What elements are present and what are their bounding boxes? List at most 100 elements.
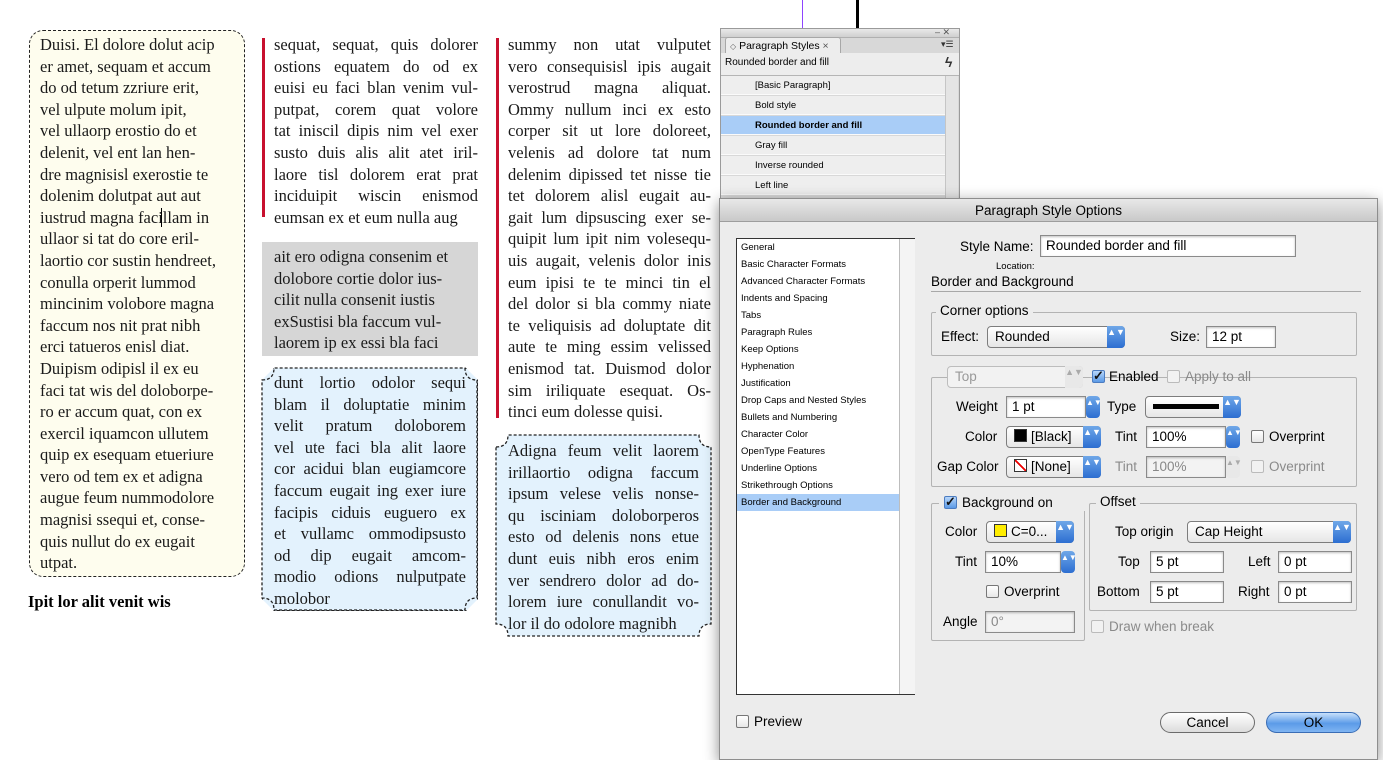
preview-checkbox[interactable] [736,715,749,728]
border-side-popup[interactable]: Top ▲▼ [947,366,1083,388]
tab-close-icon[interactable]: × [823,40,829,52]
bg-color-label: Color [945,524,978,539]
col1-line: Duipism odipisl il ex eu [40,358,199,378]
col2-line: cor acidui blan eugiamcore [274,459,466,479]
category-item[interactable]: Border and Background [737,494,899,511]
lightning-icon[interactable]: ϟ [945,54,952,70]
angle-input[interactable]: 0° [985,611,1075,633]
category-item[interactable]: Character Color [737,426,899,443]
effect-popup[interactable]: Rounded ▲▼ [987,326,1125,348]
col3-line: sim iriliquate esequat. Os- [508,380,711,400]
col2-line: laorem ip ex essi bla faci [274,333,439,353]
category-scrollbar[interactable] [899,239,915,694]
category-item[interactable]: Hyphenation [737,358,899,375]
bg-tint-stepper[interactable]: ▲▼ [1061,551,1077,573]
col3-line: uis augait, velenis dolor inis [508,250,711,270]
col1-line: er amet, sequam et accum [40,56,211,76]
style-name-input[interactable]: Rounded border and fill [1040,235,1296,257]
style-item[interactable]: Bold style [721,96,945,115]
border-enabled-checkbox[interactable]: ✓ [1092,369,1105,383]
weight-stepper[interactable]: ▲▼ [1086,396,1102,418]
margin-guide [802,0,803,28]
bg-overprint-checkbox[interactable] [986,585,999,598]
panel-tab[interactable]: ◇ Paragraph Styles × [725,37,841,53]
bg-color-popup[interactable]: C=0... ▲▼ [986,521,1074,543]
effect-label: Effect: [941,329,980,344]
border-overprint-checkbox[interactable] [1251,430,1264,443]
offset-left-label: Left [1248,554,1271,569]
text-cursor [161,208,162,227]
style-name-label: Style Name: [960,239,1034,254]
col1-line: augue feum nummodolore [40,488,215,508]
col1-line: quis nullut do ex eugait [40,531,195,551]
apply-to-all-label: Apply to all [1185,369,1252,384]
corner-size-input[interactable]: 12 pt [1206,326,1276,348]
styles-list: [Basic Paragraph] Bold style Rounded borde… [721,76,945,196]
category-item[interactable]: Underline Options [737,460,899,477]
col2-line: facipis ciduis euguero ex [274,502,466,522]
col3-line: tinci eum dolesse quisi. [508,402,663,422]
col3-line: eum ipisi te te minci tin el [508,272,711,292]
style-item[interactable]: Rounded border and fill [721,116,945,135]
apply-to-all-checkbox[interactable] [1167,370,1180,383]
gap-tint-input[interactable]: 100% [1146,456,1226,478]
style-item[interactable]: Gray fill [721,136,945,155]
col3-line: irillaortio odigna faccum [508,462,699,482]
top-origin-popup[interactable]: Cap Height ▲▼ [1187,521,1351,543]
offset-right-input[interactable]: 0 pt [1278,581,1352,603]
category-item[interactable]: Tabs [737,307,899,324]
cancel-button[interactable]: Cancel [1160,712,1255,733]
border-color-popup[interactable]: [Black] ▲▼ [1006,426,1101,448]
col1-line: mincinim volobore magna [40,294,215,314]
offset-top-label: Top [1118,554,1140,569]
category-item[interactable]: Basic Character Formats [737,256,899,273]
col1-line: dre magnisisl exerostie te [40,164,209,184]
col2-left-rule [262,38,265,217]
col2-line: molobor [274,588,330,608]
panel-menu-icon[interactable]: ▾☰ [941,39,954,50]
bg-tint-input[interactable]: 10% [985,551,1061,573]
style-item[interactable]: [Basic Paragraph] [721,76,945,95]
gap-tint-stepper[interactable]: ▲▼ [1226,456,1242,478]
category-item[interactable]: Strikethrough Options [737,477,899,494]
col2-line: putpat, corem quat volore [274,99,478,119]
col3-block2-text: Adigna feum velit laorem irillaortio odig… [508,440,699,634]
col3-line: gait lum dipsuscing exer se- [508,207,711,227]
draw-when-break-checkbox[interactable] [1091,620,1104,633]
style-item[interactable]: Inverse rounded [721,156,945,175]
category-item[interactable]: General [737,239,899,256]
border-tint-input[interactable]: 100% [1146,426,1226,448]
category-item[interactable]: Bullets and Numbering [737,409,899,426]
style-item[interactable]: Left line [721,176,945,195]
offset-top-input[interactable]: 5 pt [1150,551,1224,573]
top-origin-chevron-icon: ▲▼ [1333,521,1351,543]
gap-tint-label: Tint [1115,459,1138,474]
col2-block1-text: sequat, sequat, quis dolorer ostions equa… [274,34,478,228]
panel-collapse-icon[interactable]: – ✕ [935,27,950,38]
col3-line: qu isciniam doloborperos [508,505,699,525]
gap-overprint-checkbox[interactable] [1251,460,1264,473]
category-item[interactable]: Indents and Spacing [737,290,899,307]
category-item[interactable]: Justification [737,375,899,392]
col3-line: ver sendrero dolor ad do- [508,570,699,590]
panel-scrollbar[interactable] [945,76,958,199]
offset-bottom-input[interactable]: 5 pt [1150,581,1224,603]
offset-left-input[interactable]: 0 pt [1278,551,1352,573]
col3-line: corper sit ut lore doloreet, [508,121,711,141]
border-tint-stepper[interactable]: ▲▼ [1226,426,1242,448]
current-style-label: Rounded border and fill [725,57,829,68]
section-divider [931,291,1361,292]
stroke-type-popup[interactable]: ▲▼ [1145,396,1241,418]
category-item[interactable]: Drop Caps and Nested Styles [737,392,899,409]
col3-line: dunt euis nibh eros enim [508,548,699,568]
draw-when-break-label: Draw when break [1109,619,1215,634]
ok-button[interactable]: OK [1266,712,1361,733]
weight-input[interactable]: 1 pt [1006,396,1086,418]
gap-color-popup[interactable]: [None] ▲▼ [1006,456,1101,478]
col3-line: delenim dipissed tet nisse tie [508,164,711,184]
background-on-checkbox[interactable]: ✓ [944,495,957,509]
category-item[interactable]: Advanced Character Formats [737,273,899,290]
category-item[interactable]: OpenType Features [737,443,899,460]
category-item[interactable]: Paragraph Rules [737,324,899,341]
category-item[interactable]: Keep Options [737,341,899,358]
